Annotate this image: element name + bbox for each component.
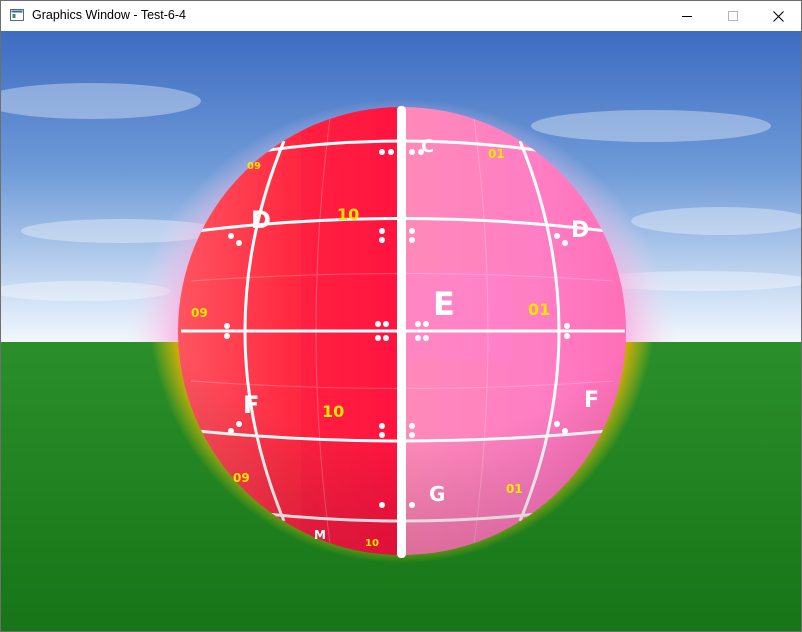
label-d-left: D: [251, 206, 271, 234]
label-10-lower: 10: [322, 402, 344, 421]
label-09-mid: 09: [191, 306, 208, 320]
maximize-button[interactable]: [710, 1, 756, 31]
graphics-window: Graphics Window - Test-6-4 C 01 09 D 10 …: [0, 0, 802, 632]
minimize-button[interactable]: [664, 1, 710, 31]
label-g: G: [429, 482, 445, 506]
sphere-seam: [397, 106, 406, 558]
label-09-top: 09: [247, 161, 261, 172]
label-09-low: 09: [233, 471, 250, 485]
label-f-right: F: [584, 388, 599, 413]
label-e: E: [433, 285, 455, 323]
window-title: Graphics Window - Test-6-4: [32, 8, 186, 22]
scene-canvas: C 01 09 D 10 D E 09 01 F 10 F 09 G 01 M: [1, 31, 801, 631]
close-button[interactable]: [755, 1, 801, 31]
label-01-mid: 01: [528, 300, 550, 319]
close-icon: [772, 10, 784, 22]
label-c: C: [421, 136, 434, 157]
minimize-icon: [682, 16, 692, 17]
label-d-right: D: [571, 218, 589, 243]
maximize-icon: [728, 11, 738, 21]
app-window-icon: [10, 9, 24, 21]
label-01-top: 01: [488, 147, 505, 161]
label-10-upper: 10: [337, 205, 359, 224]
label-m-bottom: M: [314, 528, 326, 542]
title-bar[interactable]: Graphics Window - Test-6-4: [1, 1, 801, 31]
label-10-bottom: 10: [365, 538, 379, 549]
label-01-low: 01: [506, 482, 523, 496]
label-f-left: F: [243, 391, 259, 419]
render-viewport[interactable]: C 01 09 D 10 D E 09 01 F 10 F 09 G 01 M: [1, 31, 801, 631]
